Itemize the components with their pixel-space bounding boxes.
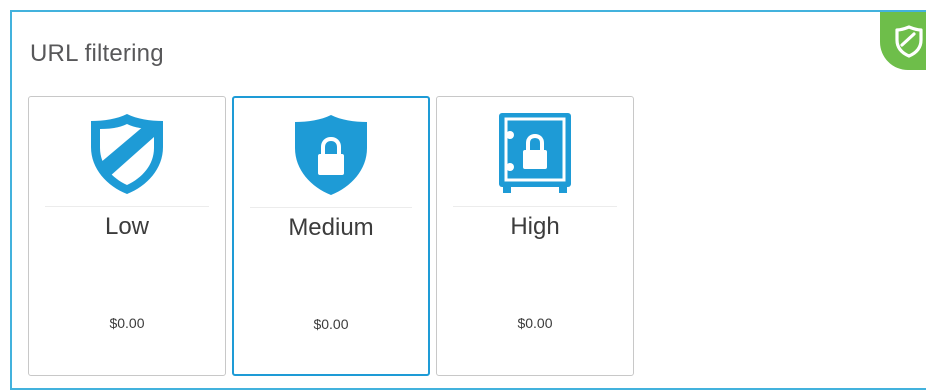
tier-price: $0.00 (109, 315, 145, 331)
tier-price: $0.00 (313, 316, 349, 332)
tier-card-low[interactable]: Low $0.00 (28, 96, 226, 376)
tier-name: Low (104, 213, 150, 240)
url-filtering-panel: URL filtering Low $0.00 Medium $0.00 Hig… (10, 10, 926, 390)
shield-lock-icon (295, 115, 367, 195)
status-badge (880, 12, 926, 70)
tier-price: $0.00 (517, 315, 553, 331)
shield-check-icon (895, 25, 923, 58)
panel-title: URL filtering (30, 40, 164, 67)
tier-name: Medium (288, 214, 374, 241)
vault-icon (499, 113, 571, 193)
tier-card-medium[interactable]: Medium $0.00 (232, 96, 430, 376)
tier-card-high[interactable]: High $0.00 (436, 96, 634, 376)
shield-slash-icon (91, 114, 163, 194)
tier-name: High (510, 213, 560, 240)
